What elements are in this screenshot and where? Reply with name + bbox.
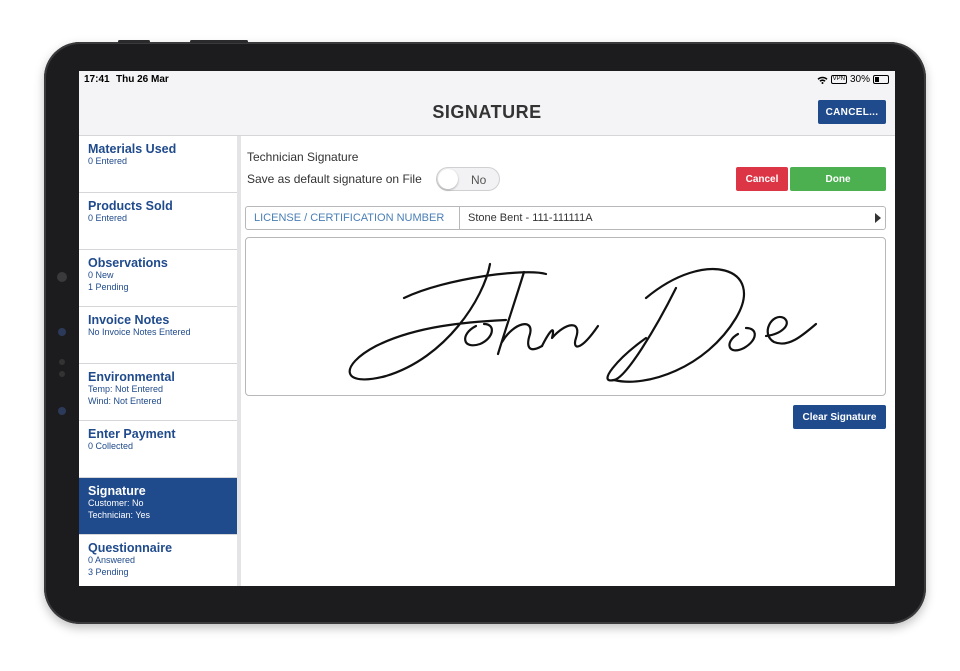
sensor-icon: [58, 328, 66, 336]
page-title: SIGNATURE: [432, 102, 542, 122]
wifi-icon: [817, 76, 828, 84]
sidebar-item-label: Environmental: [88, 370, 175, 384]
sidebar-item-signature[interactable]: Signature Customer: No Technician: Yes: [79, 478, 237, 535]
sidebar-item-label: Observations: [88, 256, 168, 270]
sidebar-item-status: Technician: Yes: [88, 509, 151, 520]
header-cancel-button[interactable]: CANCEL...: [818, 100, 886, 124]
sidebar-item-enter-payment[interactable]: Enter Payment 0 Collected: [79, 421, 237, 478]
tablet-top-button: [190, 40, 248, 43]
status-right: VPN 30%: [817, 74, 889, 85]
sidebar-item-label: Products Sold: [88, 199, 173, 213]
license-label: LICENSE / CERTIFICATION NUMBER: [246, 207, 460, 229]
sensor-icon: [59, 371, 65, 377]
chevron-right-icon: [875, 213, 881, 223]
header: SIGNATURE CANCEL...: [79, 89, 895, 136]
sidebar-item-label: Invoice Notes: [88, 313, 170, 327]
sidebar-item-status: Wind: Not Entered: [88, 395, 162, 406]
sidebar-item-status: No Invoice Notes Entered: [88, 327, 191, 337]
sidebar-item-status: Temp: Not Entered: [88, 384, 164, 394]
sidebar-item-status: 1 Pending: [88, 281, 129, 292]
clear-signature-button[interactable]: Clear Signature: [793, 405, 886, 429]
sidebar-item-observations[interactable]: Observations 0 New 1 Pending: [79, 250, 237, 307]
camera-icon: [57, 272, 67, 282]
sidebar-item-invoice-notes[interactable]: Invoice Notes No Invoice Notes Entered: [79, 307, 237, 364]
sidebar-item-status: 0 Collected: [88, 441, 134, 451]
sidebar-item-status: 3 Pending: [88, 566, 129, 577]
default-signature-label: Save as default signature on File: [247, 172, 422, 186]
sidebar-item-status: 0 Entered: [88, 156, 128, 166]
sidebar-item-products-sold[interactable]: Products Sold 0 Entered: [79, 193, 237, 250]
sidebar-item-status: Customer: No: [88, 498, 144, 508]
sensor-icon: [59, 359, 65, 365]
sidebar-item-status: 0 New: [88, 270, 114, 280]
default-signature-toggle[interactable]: No: [436, 167, 500, 191]
license-value: Stone Bent - 111-111111A: [468, 212, 593, 224]
status-bar: 17:41 Thu 26 Mar VPN 30%: [79, 71, 895, 89]
section-title: Technician Signature: [247, 150, 359, 164]
sidebar: Materials Used 0 Entered Products Sold 0…: [79, 136, 241, 586]
toggle-value: No: [471, 173, 487, 187]
done-button[interactable]: Done: [790, 167, 886, 191]
sidebar-item-label: Materials Used: [88, 142, 177, 156]
sidebar-item-label: Enter Payment: [88, 427, 176, 441]
cancel-button[interactable]: Cancel: [736, 167, 788, 191]
main-content: Technician Signature Save as default sig…: [241, 136, 895, 586]
sidebar-item-status: 0 Entered: [88, 213, 128, 223]
sidebar-item-label: Signature: [88, 484, 146, 498]
status-time: 17:41: [84, 74, 110, 85]
sidebar-item-questionnaire[interactable]: Questionnaire 0 Answered 3 Pending: [79, 535, 237, 586]
sidebar-item-materials-used[interactable]: Materials Used 0 Entered: [79, 136, 237, 193]
vpn-icon: VPN: [830, 75, 847, 84]
battery-icon: [873, 75, 889, 84]
license-selector[interactable]: LICENSE / CERTIFICATION NUMBER Stone Ben…: [245, 206, 886, 230]
signature-drawing: [348, 262, 818, 383]
sidebar-item-status: 0 Answered: [88, 555, 136, 565]
tablet-top-button: [118, 40, 150, 43]
sidebar-item-environmental[interactable]: Environmental Temp: Not Entered Wind: No…: [79, 364, 237, 421]
signature-pad[interactable]: [245, 237, 886, 396]
battery-percent: 30%: [849, 74, 870, 85]
screen: 17:41 Thu 26 Mar VPN 30% SIGNATURE CANCE…: [79, 71, 895, 586]
status-date: Thu 26 Mar: [116, 74, 169, 85]
sidebar-item-label: Questionnaire: [88, 541, 173, 555]
sensor-icon: [58, 407, 66, 415]
toggle-knob: [438, 169, 458, 189]
